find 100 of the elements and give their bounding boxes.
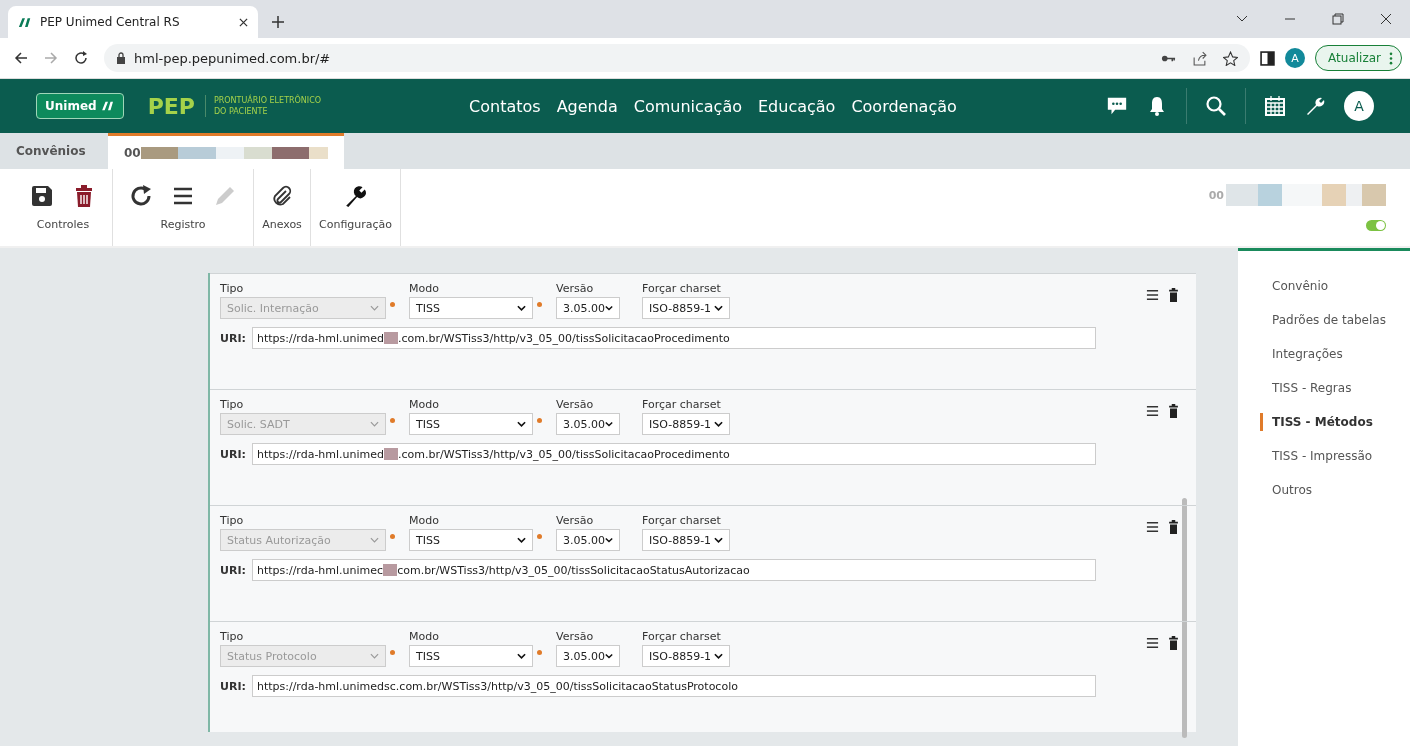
mode-select[interactable]: TISS [409, 297, 533, 319]
chevron-icon [517, 653, 526, 659]
sidebar-item[interactable]: TISS - Impressão [1238, 439, 1410, 473]
trash-icon[interactable] [1167, 520, 1180, 534]
charset-select[interactable]: ISO-8859-1 [642, 529, 730, 551]
scrollbar[interactable] [1182, 498, 1187, 738]
close-icon[interactable] [239, 17, 248, 27]
redacted-block [384, 448, 399, 460]
save-icon[interactable] [30, 184, 54, 208]
trash-icon[interactable] [1167, 288, 1180, 302]
chevron-icon [605, 653, 613, 659]
menu-icon[interactable] [1146, 636, 1159, 650]
version-select[interactable]: 3.05.00 [556, 413, 620, 435]
sidebar-item[interactable]: TISS - Regras [1238, 371, 1410, 405]
nav-link[interactable]: Comunicação [633, 96, 742, 116]
address-bar[interactable]: hml-pep.pepunimed.com.br/# [104, 44, 1251, 72]
field-label: Versão [556, 514, 595, 527]
charset-select[interactable]: ISO-8859-1 [642, 645, 730, 667]
uri-field[interactable]: https://rda-hml.unimedsc.com.br/WSTiss3/http/v3_05_00/tissSolicitacaoStatusProtocolo [251, 675, 1096, 697]
sidebar-item[interactable]: TISS - Métodos [1238, 405, 1410, 439]
field-label: URI: [220, 563, 246, 577]
search-icon[interactable] [1205, 95, 1227, 117]
app-name: PEP [147, 93, 195, 119]
side-panel-icon[interactable] [1260, 50, 1276, 66]
field-label: Tipo [220, 514, 245, 527]
share-icon[interactable] [1192, 50, 1208, 66]
uri-field[interactable]: https://rda-hml.unimec com.br/WSTiss3/http/v3_05_00/tissSolicitacaoStatusAutorizacao [251, 559, 1096, 581]
field-label: Versão [556, 630, 595, 643]
chevron-icon [517, 421, 526, 427]
required-dot [537, 302, 542, 307]
version-select[interactable]: 3.05.00 [556, 529, 620, 551]
field-label: Modo [409, 282, 440, 295]
chevron-icon [517, 537, 526, 543]
nav-link[interactable]: Coordenação [851, 96, 957, 116]
required-dot [390, 418, 395, 423]
toggle-switch[interactable] [1366, 220, 1386, 231]
update-button[interactable]: Atualizar [1315, 45, 1402, 71]
tab-title: PEP Unimed Central RS [40, 15, 181, 29]
logo-icon [18, 16, 32, 28]
chevron-icon [370, 653, 379, 659]
chevron-icon [714, 305, 723, 311]
restore-icon[interactable] [1332, 13, 1344, 25]
menu-icon[interactable] [1146, 520, 1159, 534]
user-avatar[interactable]: A [1344, 91, 1374, 121]
field-label: Tipo [220, 630, 245, 643]
nav-link[interactable]: Contatos [469, 96, 541, 116]
uri-field[interactable]: https://rda-hml.unimed .com.br/WSTiss3/http/v3_05_00/tissSolicitacaoProcedimento [251, 443, 1096, 465]
more-icon[interactable] [1389, 51, 1393, 65]
version-select[interactable]: 3.05.00 [556, 297, 620, 319]
field-label: Forçar charset [642, 630, 722, 643]
trash-icon[interactable] [1167, 636, 1180, 650]
sidebar-item[interactable]: Padrões de tabelas [1238, 303, 1410, 337]
new-tab-icon[interactable] [272, 16, 284, 28]
lock-icon [116, 52, 126, 64]
field-label: URI: [220, 447, 246, 461]
mode-select[interactable]: TISS [409, 529, 533, 551]
profile-avatar[interactable]: A [1285, 48, 1306, 68]
toolbar-group-label: Configuração [319, 218, 393, 231]
record-tab[interactable]: Convênios [0, 133, 108, 169]
required-dot [390, 302, 395, 307]
version-select[interactable]: 3.05.00 [556, 645, 620, 667]
chevron-icon [370, 537, 379, 543]
charset-select[interactable]: ISO-8859-1 [642, 297, 730, 319]
reload-icon[interactable] [74, 51, 88, 65]
close-icon[interactable] [1380, 13, 1392, 25]
calendar-icon[interactable] [1264, 95, 1286, 117]
nav-link[interactable]: Educação [758, 96, 836, 116]
trash-icon[interactable] [1167, 404, 1180, 418]
back-icon[interactable] [14, 51, 28, 65]
required-dot [390, 650, 395, 655]
paperclip-icon[interactable] [270, 184, 294, 208]
field-label: URI: [220, 331, 246, 345]
uri-field[interactable]: https://rda-hml.unimed .com.br/WSTiss3/http/v3_05_00/tissSolicitacaoProcedimento [251, 327, 1096, 349]
nav-link[interactable]: Agenda [556, 96, 618, 116]
menu-icon[interactable] [1146, 288, 1159, 302]
mode-select[interactable]: TISS [409, 645, 533, 667]
sidebar-item[interactable]: Outros [1238, 473, 1410, 507]
app-subtitle: DO PACIENTE [213, 106, 269, 117]
sidebar-item[interactable]: Integrações [1238, 337, 1410, 371]
refresh-icon[interactable] [129, 184, 153, 208]
record-tab[interactable]: 00 [108, 133, 344, 169]
field-label: Modo [409, 514, 440, 527]
unimed-logo[interactable]: Unimed [36, 93, 124, 119]
required-dot [537, 534, 542, 539]
browser-tab[interactable]: PEP Unimed Central RS [8, 6, 258, 38]
star-icon[interactable] [1223, 50, 1239, 66]
toolbar-group-label: Anexos [262, 218, 302, 231]
required-dot [537, 418, 542, 423]
wrench-icon[interactable] [343, 184, 368, 208]
sidebar-item[interactable]: Convênio [1238, 269, 1410, 303]
mode-select[interactable]: TISS [409, 413, 533, 435]
chevron-icon [517, 305, 526, 311]
menu-icon[interactable] [1146, 404, 1159, 418]
field-label: Tipo [220, 282, 245, 295]
field-label: Tipo [220, 398, 245, 411]
required-dot [537, 650, 542, 655]
chevron-icon [605, 305, 613, 311]
charset-select[interactable]: ISO-8859-1 [642, 413, 730, 435]
field-label: Modo [409, 398, 440, 411]
logo-icon [100, 101, 115, 111]
